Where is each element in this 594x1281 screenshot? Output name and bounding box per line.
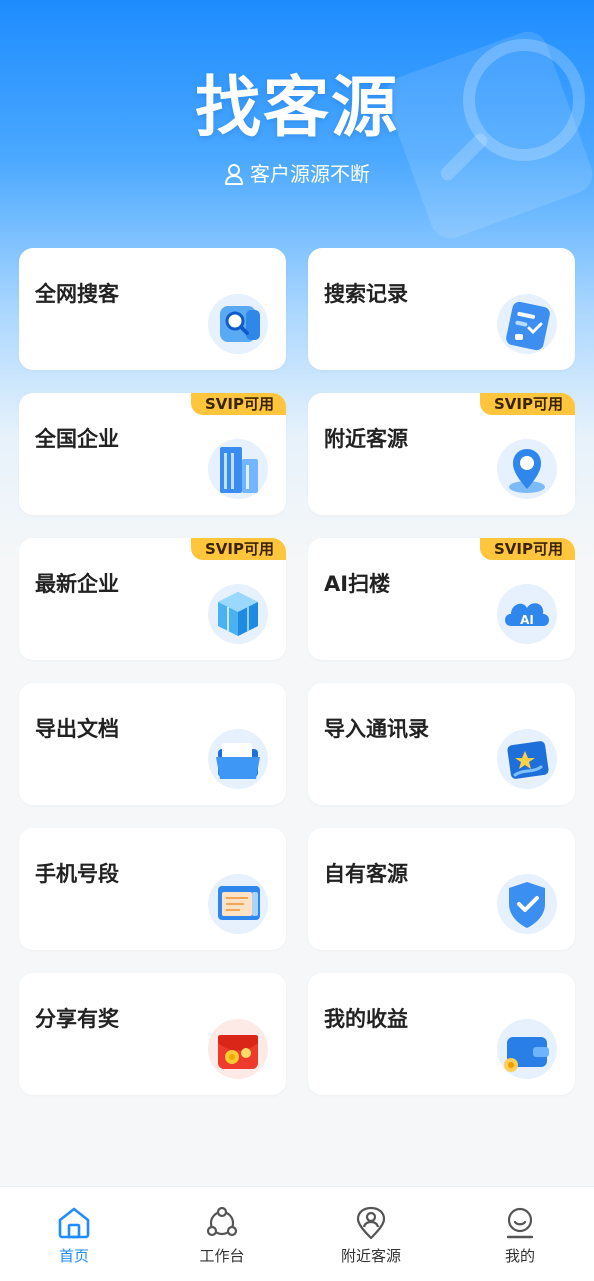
svip-badge: SVIP可用 [480, 538, 575, 560]
svip-badge: SVIP可用 [191, 393, 286, 415]
card-label: 我的收益 [324, 1007, 408, 1031]
ai-cloud-icon: AI [495, 582, 559, 646]
tab-profile[interactable]: 我的 [446, 1187, 594, 1281]
tab-nearby-customers[interactable]: 附近客源 [297, 1187, 445, 1281]
folder-icon [206, 727, 270, 791]
tab-workbench[interactable]: 工作台 [148, 1187, 296, 1281]
card-label: AI扫楼 [324, 572, 391, 596]
svip-badge: SVIP可用 [480, 393, 575, 415]
card-my-earnings[interactable]: 我的收益 [308, 973, 575, 1095]
search-magnifier-icon [206, 292, 270, 356]
user-icon [225, 164, 243, 185]
card-label: 全国企业 [35, 427, 119, 451]
wallet-icon [495, 1017, 559, 1081]
card-share-rewards[interactable]: 分享有奖 [19, 973, 286, 1095]
card-label: 导入通讯录 [324, 717, 429, 741]
card-nearby-customers[interactable]: 附近客源 SVIP可用 [308, 393, 575, 515]
profile-icon [506, 1207, 534, 1239]
svip-badge: SVIP可用 [191, 538, 286, 560]
card-label: 分享有奖 [35, 1007, 119, 1031]
card-label: 最新企业 [35, 572, 119, 596]
tab-home[interactable]: 首页 [0, 1187, 148, 1281]
card-label: 导出文档 [35, 717, 119, 741]
card-ai-building-scan[interactable]: AI扫楼 SVIP可用 AI [308, 538, 575, 660]
home-icon [58, 1207, 90, 1239]
page-title: 找客源 [195, 69, 399, 146]
red-packet-icon [206, 1017, 270, 1081]
clipboard-record-icon [495, 292, 559, 356]
card-label: 自有客源 [324, 862, 408, 886]
card-export-documents[interactable]: 导出文档 [19, 683, 286, 805]
page-subtitle: 客户源源不断 [0, 158, 594, 187]
workbench-icon [206, 1206, 238, 1237]
tab-label: 工作台 [199, 1247, 245, 1265]
bottom-tab-bar: 首页 工作台 附近客源 我的 [0, 1186, 594, 1281]
card-import-contacts[interactable]: 导入通讯录 [308, 683, 575, 805]
card-national-enterprise[interactable]: 全国企业 SVIP可用 [19, 393, 286, 515]
subtitle-text: 客户源源不断 [250, 162, 370, 186]
card-quanwang-souke[interactable]: 全网搜客 [19, 248, 286, 370]
building-icon [206, 437, 270, 501]
card-phone-number-range[interactable]: 手机号段 [19, 828, 286, 950]
tab-label: 附近客源 [340, 1247, 401, 1265]
phone-list-icon [206, 872, 270, 936]
card-search-history[interactable]: 搜索记录 [308, 248, 575, 370]
tab-label: 我的 [504, 1247, 535, 1265]
cubes-icon [206, 582, 270, 646]
card-label: 全网搜客 [35, 282, 119, 306]
svg-text:AI: AI [520, 613, 534, 627]
card-label: 搜索记录 [324, 282, 408, 306]
nearby-pin-icon [356, 1206, 386, 1240]
card-newest-enterprise[interactable]: 最新企业 SVIP可用 [19, 538, 286, 660]
card-own-customers[interactable]: 自有客源 [308, 828, 575, 950]
location-pin-icon [495, 437, 559, 501]
card-label: 附近客源 [324, 427, 408, 451]
card-label: 手机号段 [35, 862, 119, 886]
contact-book-star-icon [495, 727, 559, 791]
tab-label: 首页 [58, 1247, 89, 1265]
shield-check-icon [495, 872, 559, 936]
